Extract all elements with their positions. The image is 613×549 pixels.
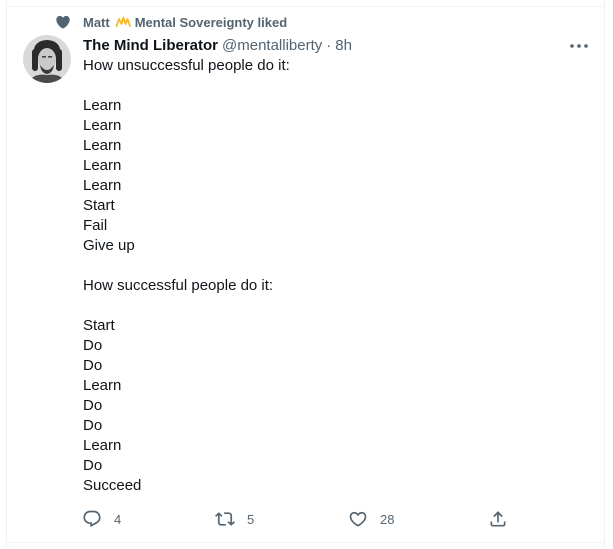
tweet-text-line [83,76,583,96]
tweet-text-line: Learn [83,137,122,154]
tweet-text-line: Do [83,417,103,434]
reply-count: 4 [114,511,122,527]
social-context-name[interactable]: Matt [83,15,110,30]
social-context-text[interactable]: Mental Sovereignty liked [135,15,287,30]
avatar[interactable] [23,35,71,83]
timestamp[interactable]: 8h [335,37,352,54]
tweet-text-line: Learn [83,97,122,114]
tweet-text-line: Start [83,317,115,334]
tweet-text-line: Learn [83,177,122,194]
tweet-text-line: Learn [83,157,122,174]
tweet-text-line: Learn [83,117,122,134]
social-context[interactable]: Matt Mental Sovereignty liked [55,13,287,31]
reply-button[interactable]: 4 [82,508,121,530]
crown-icon [115,16,131,27]
retweet-button[interactable]: 5 [215,508,254,530]
tweet-text-line: Give up [83,237,135,254]
tweet-text-line: Succeed [83,477,142,494]
like-button[interactable]: 28 [348,508,394,530]
like-count: 28 [380,511,395,527]
tweet-text-line: How unsuccessful people do it: [83,57,290,74]
more-icon [570,44,588,48]
reply-icon [83,510,101,528]
tweet-text-line: Do [83,357,103,374]
more-options-button[interactable] [568,36,590,56]
retweet-count: 5 [247,511,255,527]
tweet-text: How unsuccessful people do it: Learn Learn… [83,56,583,496]
user-handle[interactable]: @mentalliberty [222,37,322,54]
card-border-bottom [6,542,605,543]
card-border-top [6,6,605,7]
tweet-text-line: Fail [83,217,108,234]
share-button[interactable] [488,508,508,530]
tweet-card[interactable]: Matt Mental Sovereignty liked The Mind L… [0,0,613,549]
tweet-text-line: How successful people do it: [83,277,274,294]
tweet-text-line: Do [83,397,103,414]
avatar-image [23,35,71,83]
display-name[interactable]: The Mind Liberator [83,37,218,54]
retweet-icon [215,512,235,526]
tweet-text-line: Do [83,337,103,354]
tweet-header: The Mind Liberator @mentalliberty · 8h [83,35,352,55]
separator-dot: · [326,36,332,54]
like-icon [349,511,367,527]
heart-icon [56,15,70,29]
tweet-text-line: Do [83,457,103,474]
share-icon [490,511,506,527]
card-border-left [6,0,7,549]
tweet-text-line: Learn [83,377,122,394]
tweet-text-line [83,256,583,276]
tweet-text-line: Learn [83,437,122,454]
card-border-right [604,0,605,549]
tweet-text-line: Start [83,197,115,214]
tweet-text-line [83,296,583,316]
